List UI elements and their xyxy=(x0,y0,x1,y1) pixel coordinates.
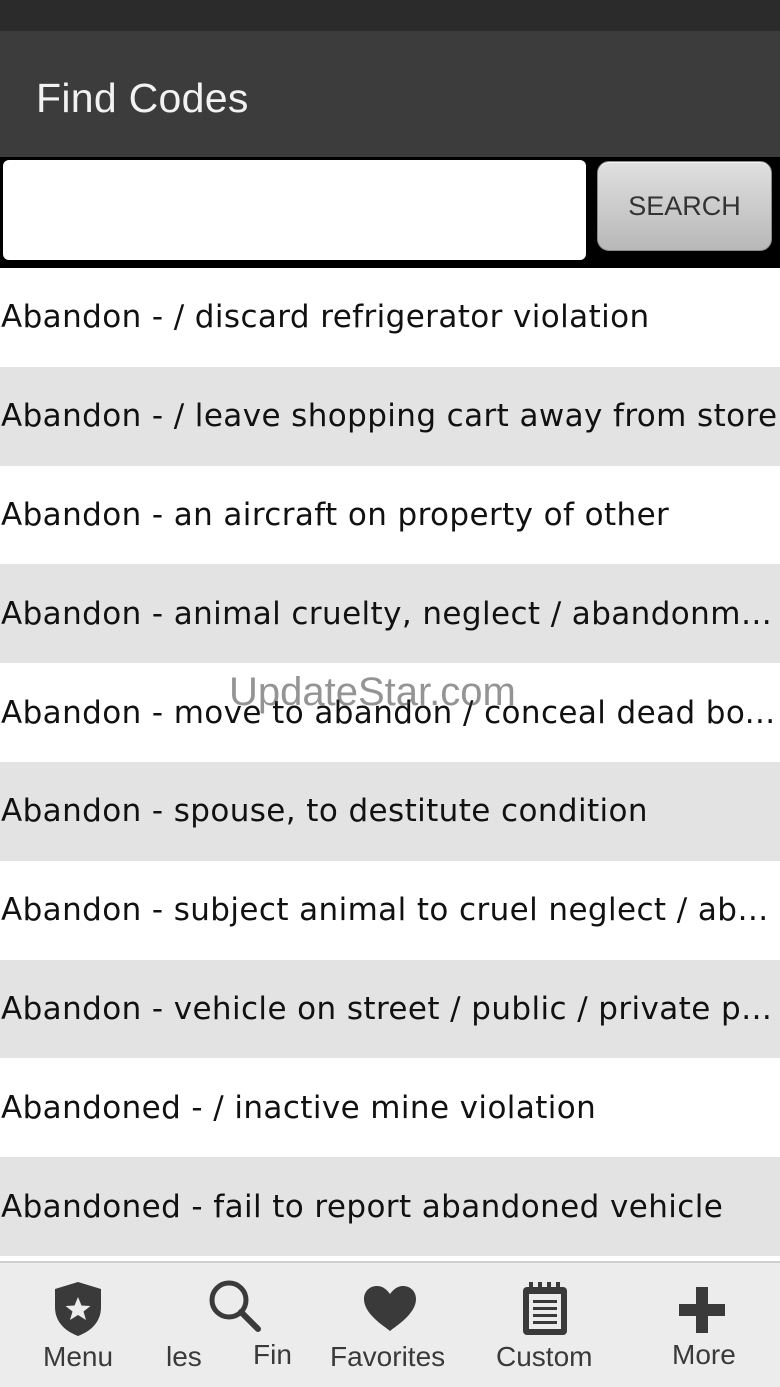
list-item[interactable]: Abandon - move to abandon / conceal dead… xyxy=(0,663,780,762)
results-list: Abandon - / discard refrigerator violati… xyxy=(0,268,780,1256)
search-icon xyxy=(209,1280,261,1332)
list-item-label: Abandon - vehicle on street / public / p… xyxy=(1,990,779,1027)
nav-custom-label: Custom xyxy=(496,1341,593,1372)
list-item[interactable]: Abandoned - fail to report abandoned veh… xyxy=(0,1157,780,1256)
nav-partial-label: les xyxy=(166,1341,202,1372)
page-title: Find Codes xyxy=(36,75,249,121)
clipboard-icon xyxy=(523,1282,567,1335)
nav-favorites[interactable]: Favorites xyxy=(325,1263,455,1387)
nav-find-label: Fin xyxy=(253,1339,292,1370)
list-item-label: Abandon - / leave shopping cart away fro… xyxy=(1,398,778,435)
list-item[interactable]: Abandon - / leave shopping cart away fro… xyxy=(0,366,780,466)
nav-more-label: More xyxy=(672,1339,736,1370)
list-item-label: Abandoned - fail to report abandoned veh… xyxy=(1,1188,724,1225)
nav-custom[interactable]: Custom xyxy=(490,1263,600,1387)
nav-more[interactable]: More xyxy=(660,1263,750,1387)
list-item-label: Abandon - an aircraft on property of oth… xyxy=(1,496,670,533)
list-item-label: Abandon - animal cruelty, neglect / aban… xyxy=(1,595,779,632)
list-item[interactable]: Abandon - spouse, to destitute condition xyxy=(0,761,780,861)
nav-find[interactable]: Fin xyxy=(200,1263,300,1387)
nav-menu[interactable]: Menu xyxy=(20,1263,135,1387)
nav-menu-label: Menu xyxy=(43,1341,114,1372)
app-bar: Find Codes xyxy=(0,31,780,157)
nav-favorites-label: Favorites xyxy=(330,1341,446,1372)
search-input[interactable] xyxy=(3,160,586,260)
status-bar xyxy=(0,0,780,31)
bottom-nav: Menu les Fin Favorites Custom More xyxy=(0,1261,780,1387)
list-item[interactable]: Abandon - an aircraft on property of oth… xyxy=(0,465,780,565)
list-item[interactable]: Abandoned - / inactive mine violation xyxy=(0,1058,780,1158)
heart-icon xyxy=(364,1286,416,1331)
list-item[interactable]: Abandon - subject animal to cruel neglec… xyxy=(0,860,780,960)
plus-icon xyxy=(679,1287,725,1333)
list-item-label: Abandon - spouse, to destitute condition xyxy=(1,793,648,830)
list-item[interactable]: Abandon - vehicle on street / public / p… xyxy=(0,959,780,1059)
list-item-label: Abandon - / discard refrigerator violati… xyxy=(1,299,650,336)
list-item-label: Abandon - move to abandon / conceal dead… xyxy=(1,694,776,731)
list-item[interactable]: Abandon - animal cruelty, neglect / aban… xyxy=(0,564,780,664)
search-bar: SEARCH xyxy=(0,157,780,268)
search-button[interactable]: SEARCH xyxy=(597,161,772,251)
list-item-label: Abandon - subject animal to cruel neglec… xyxy=(1,892,779,929)
list-item[interactable]: Abandon - / discard refrigerator violati… xyxy=(0,268,780,367)
shield-star-icon xyxy=(55,1282,101,1336)
list-item-label: Abandoned - / inactive mine violation xyxy=(1,1089,597,1126)
